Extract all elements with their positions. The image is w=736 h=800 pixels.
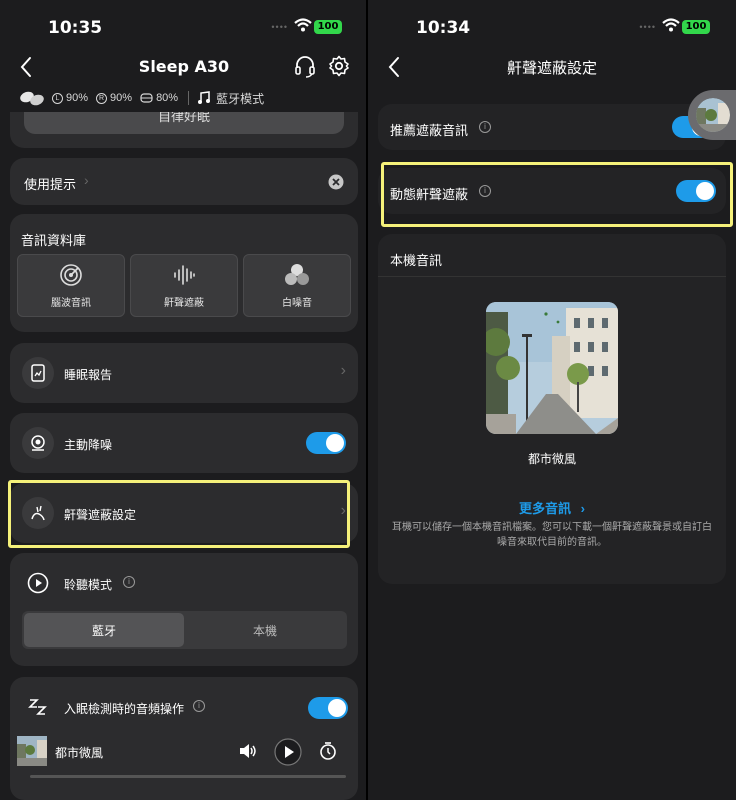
floating-thumbnail[interactable] (688, 90, 736, 140)
brainwave-icon (60, 263, 82, 286)
local-audio-title: 本機音訊 (390, 253, 443, 268)
right-screen: 10:34 •••• 100 鼾聲遮蔽設定 推薦遮蔽音訊 i 動態鼾聲遮蔽 i … (368, 0, 736, 800)
case-battery: 80% (156, 92, 179, 104)
status-bar: 10:35 •••• 100 (0, 0, 368, 52)
sleep-card-partial: 自律好眠 (10, 112, 358, 148)
right-bud-icon: R (96, 92, 108, 104)
earbuds-icon (20, 91, 44, 106)
info-icon[interactable]: i (193, 700, 205, 712)
player-progress (30, 775, 346, 778)
sleep-detect-toggle[interactable] (308, 697, 348, 719)
case-icon (140, 93, 153, 103)
tips-label: 使用提示 (24, 177, 77, 192)
close-icon[interactable] (328, 174, 344, 190)
chevron-right-icon: › (580, 501, 585, 516)
page-title: 鼾聲遮蔽設定 (506, 59, 597, 77)
status-time: 10:34 (416, 18, 471, 38)
track-thumbnail (17, 736, 47, 766)
signal-icon: •••• (271, 22, 288, 32)
chevron-right-icon: › (84, 172, 89, 188)
soundwave-icon (174, 264, 195, 285)
local-track-title: 都市微風 (527, 452, 576, 466)
listen-mode-segmented: 藍牙 本機 (22, 611, 347, 649)
wifi-icon (294, 18, 312, 32)
more-audio-label: 更多音訊 (519, 501, 572, 516)
local-audio-divider (378, 276, 726, 277)
battery-indicator: 100 (314, 20, 342, 34)
status-time: 10:35 (48, 18, 103, 38)
anc-icon (22, 427, 54, 459)
tile-label: 腦波音訊 (51, 297, 91, 309)
listen-mode-label: 聆聽模式 (64, 578, 113, 592)
anc-toggle[interactable] (306, 432, 346, 454)
status-bar: 10:34 •••• 100 (368, 0, 736, 52)
wifi-icon (662, 18, 680, 32)
signal-icon: •••• (639, 22, 656, 32)
sleep-report-label: 睡眠報告 (64, 368, 113, 382)
snore-settings-label: 鼾聲遮蔽設定 (64, 508, 137, 522)
snore-icon (22, 497, 54, 529)
local-audio-description: 耳機可以儲存一個本機音訊檔案。您可以下載一個鼾聲遮蔽聲景或自訂白噪音來取代目前的… (392, 522, 712, 548)
dynamic-row: 動態鼾聲遮蔽 i (378, 168, 726, 214)
report-icon (22, 357, 54, 389)
listen-mode-card: 聆聽模式 i 藍牙 本機 (10, 553, 358, 666)
library-tile-brainwave[interactable]: 腦波音訊 (17, 254, 125, 317)
zz-icon (28, 699, 47, 715)
recommended-label: 推薦遮蔽音訊 (390, 123, 469, 138)
anc-label: 主動降噪 (64, 438, 113, 452)
volume-icon[interactable] (238, 742, 258, 760)
chevron-right-icon: › (340, 362, 346, 379)
chevron-right-icon: › (340, 502, 346, 519)
floating-thumbnail-image (696, 98, 730, 132)
tile-label: 白噪音 (282, 297, 312, 309)
white-noise-icon (285, 263, 309, 285)
player-track-title: 都市微風 (55, 746, 104, 760)
recommended-row: 推薦遮蔽音訊 i (378, 104, 726, 150)
more-audio-link[interactable]: 更多音訊 › (378, 498, 726, 517)
left-battery: 90% (66, 92, 89, 104)
battery-indicator: 100 (682, 20, 710, 34)
audio-library-card: 音訊資料庫 腦波音訊 鼾聲遮蔽 白噪音 (10, 214, 358, 332)
local-audio-card: 本機音訊 都市微風 更多音訊 › 耳機可以儲存一個本機音訊檔案。您可以下載一個鼾… (378, 234, 726, 584)
tips-card[interactable]: 使用提示 › (10, 158, 358, 205)
listen-mode-option-bluetooth[interactable]: 藍牙 (24, 613, 184, 647)
sleep-report-row[interactable]: 睡眠報告 › (10, 343, 358, 403)
play-circle-icon (22, 567, 54, 599)
info-icon[interactable]: i (123, 576, 135, 588)
left-screen: 10:35 •••• 100 Sleep A30 L 90% R90% 80% … (0, 0, 368, 800)
sleep-mode-label: 自律好眠 (157, 112, 210, 124)
nav-header: Sleep A30 (0, 52, 368, 82)
gear-icon[interactable] (328, 54, 350, 78)
headphones-icon[interactable] (294, 54, 316, 78)
info-icon[interactable]: i (479, 185, 491, 197)
listen-mode-option-local[interactable]: 本機 (185, 613, 345, 647)
tile-label: 鼾聲遮蔽 (164, 297, 204, 309)
sleep-mode-button[interactable]: 自律好眠 (24, 112, 344, 134)
nav-header: 鼾聲遮蔽設定 (368, 52, 736, 82)
sleep-detect-label: 入眠檢測時的音頻操作 (64, 702, 185, 716)
dynamic-label: 動態鼾聲遮蔽 (390, 187, 469, 202)
mini-player[interactable]: 都市微風 (10, 730, 358, 778)
anc-row: 主動降噪 (10, 413, 358, 473)
info-icon[interactable]: i (479, 121, 491, 133)
right-battery: 90% (110, 92, 133, 104)
snore-settings-row[interactable]: 鼾聲遮蔽設定 › (10, 483, 358, 543)
music-note-icon (198, 91, 211, 104)
left-bud-icon: L (52, 92, 63, 104)
track-artwork[interactable] (486, 302, 618, 434)
library-title: 音訊資料庫 (21, 233, 87, 248)
timer-icon[interactable] (319, 741, 337, 761)
dynamic-toggle[interactable] (676, 180, 716, 202)
library-tile-white-noise[interactable]: 白噪音 (243, 254, 351, 317)
device-info-bar: L 90% R 90% 80% 藍牙模式 (18, 88, 358, 108)
connection-mode: 藍牙模式 (216, 91, 265, 106)
library-tile-snore[interactable]: 鼾聲遮蔽 (130, 254, 238, 317)
play-button-icon[interactable] (274, 738, 302, 766)
